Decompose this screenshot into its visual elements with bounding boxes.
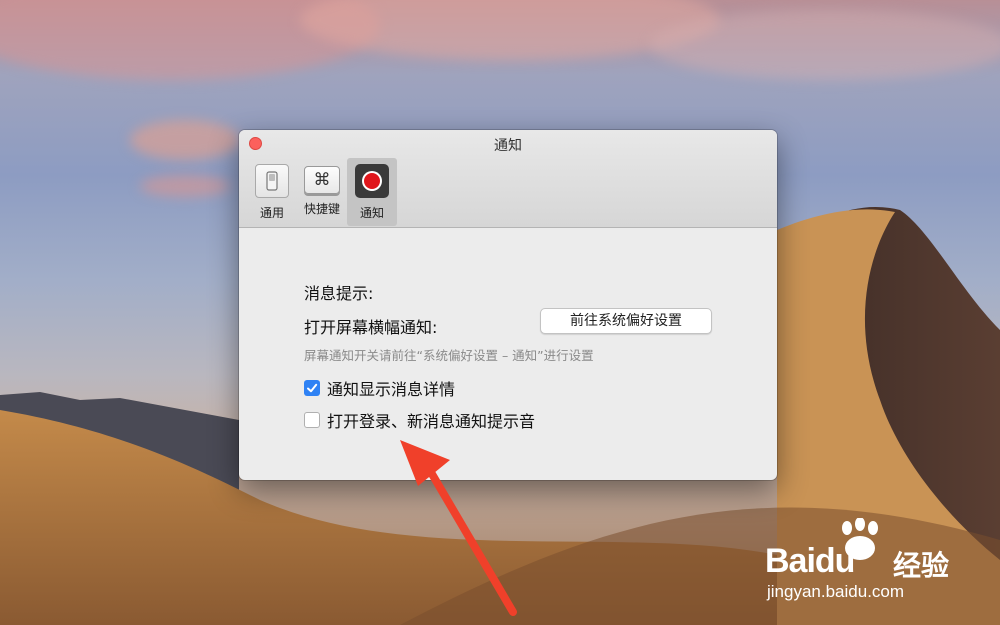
- watermark-url: jingyan.baidu.com: [767, 582, 905, 601]
- window-title: 通知: [494, 138, 522, 154]
- settings-content: 消息提示: 打开屏幕横幅通知: 前往系统偏好设置 屏幕通知开关请前往“系统偏好设…: [239, 228, 777, 480]
- watermark-cn: 经验: [893, 549, 950, 582]
- notification-sound-label: 打开登录、新消息通知提示音: [327, 412, 536, 431]
- checkmark-icon: [307, 383, 318, 393]
- tab-notifications[interactable]: 通知: [347, 158, 397, 226]
- message-alert-label: 消息提示:: [304, 284, 374, 303]
- command-key-icon: ⌘: [304, 166, 340, 194]
- open-system-preferences-button[interactable]: 前往系统偏好设置: [540, 308, 712, 334]
- settings-hint-text: 屏幕通知开关请前往“系统偏好设置 – 通知”进行设置: [304, 348, 594, 363]
- show-details-label: 通知显示消息详情: [327, 380, 456, 399]
- tab-shortcuts-label: 快捷键: [303, 202, 340, 216]
- notification-settings-window: 通知 通用 ⌘ 快捷键 通知 消息提示: 打开屏幕横幅通知: 前往系统偏好设置 …: [239, 130, 777, 480]
- baidu-jingyan-watermark: Baidu 经验 jingyan.baidu.com: [765, 518, 985, 608]
- show-details-checkbox[interactable]: [304, 380, 320, 396]
- banner-notification-label: 打开屏幕横幅通知:: [304, 318, 438, 337]
- tab-notifications-label: 通知: [359, 206, 384, 220]
- show-message-details-option[interactable]: 通知显示消息详情: [304, 376, 455, 400]
- tab-shortcuts[interactable]: ⌘ 快捷键: [297, 158, 347, 226]
- preferences-toolbar: 通用 ⌘ 快捷键 通知: [247, 158, 397, 226]
- tab-general[interactable]: 通用: [247, 158, 297, 226]
- notification-sound-option[interactable]: 打开登录、新消息通知提示音: [304, 408, 535, 432]
- notification-sound-checkbox[interactable]: [304, 412, 320, 428]
- record-icon: [355, 164, 389, 198]
- watermark-brand: Baidu: [765, 542, 855, 580]
- window-titlebar: 通知 通用 ⌘ 快捷键 通知: [239, 130, 777, 228]
- tab-general-label: 通用: [259, 206, 284, 220]
- switch-icon: [255, 164, 289, 198]
